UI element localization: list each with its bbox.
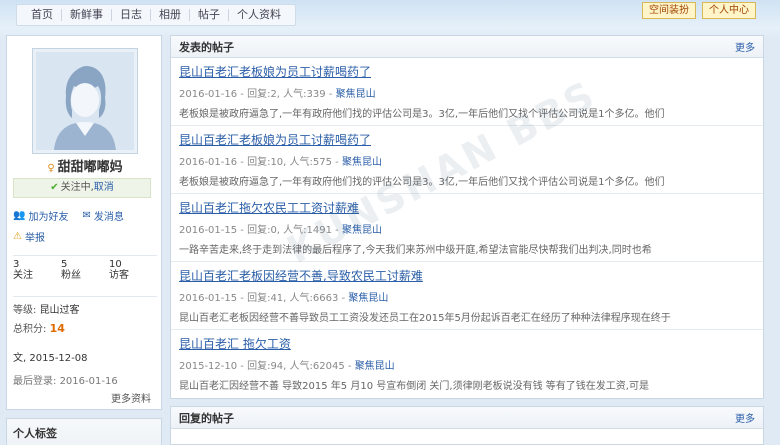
post-excerpt: 昆山百老汇老板因经营不善导致员工工资没发还员工在2015年5月份起诉百老汇在经历… (179, 313, 671, 324)
nav-profile[interactable]: 个人资料 (229, 9, 289, 21)
post-excerpt: 老板娘是被政府逼急了,一年有政府他们找的评估公司是3。3亿,一年后他们又找个评估… (179, 177, 665, 188)
follow-status: ✔ 关注中,取消 (13, 178, 151, 198)
post-title-link[interactable]: 昆山百老汇 拖欠工资 (179, 335, 291, 352)
forum-link[interactable]: 聚焦昆山 (355, 361, 395, 372)
profile-sidebar: ♀ 甜甜嘟嘟妈 ✔ 关注中,取消 👥 加为好友 ✉ 发消息 ⚠ 举报 3 关注 5 粉丝 10… (6, 35, 162, 410)
top-nav: 首页 新鲜事 日志 相册 帖子 个人资料 (16, 4, 296, 26)
post-meta: 2016-01-16 - 回复:10, 人气:575 - 聚焦昆山 (179, 153, 755, 168)
avatar[interactable] (36, 52, 134, 150)
username-text: 甜甜嘟嘟妈 (57, 160, 123, 175)
posts-more-link[interactable]: 更多 (735, 39, 755, 54)
stat-visitors[interactable]: 10 访客 (109, 259, 157, 281)
nav-posts[interactable]: 帖子 (190, 9, 229, 21)
list-item: 昆山百老汇老板娘为员工讨薪喝药了 2016-01-16 - 回复:10, 人气:… (171, 126, 763, 194)
add-friend-label: 加为好友 (28, 212, 69, 223)
post-excerpt: 昆山百老汇因经营不善 导致2015 年5 月10 号宣布倒闭 关门,须律刚老板说… (179, 381, 649, 392)
forum-link[interactable]: 聚焦昆山 (348, 293, 388, 304)
posts-panel-header: 发表的帖子 更多 (171, 36, 763, 58)
join-line: 文, 2015-12-08 (13, 349, 157, 364)
forum-link[interactable]: 聚焦昆山 (336, 89, 376, 100)
post-meta: 2016-01-15 - 回复:0, 人气:1491 - 聚焦昆山 (179, 221, 755, 236)
last-login-line: 最后登录: 2016-01-16 (13, 372, 157, 387)
stat-following[interactable]: 3 关注 (13, 259, 61, 281)
post-excerpt: 一路辛苦走来,终于走到法律的最后程序了,今天我们来苏州中级开庭,希望法官能尽快帮… (179, 245, 652, 256)
replies-panel-header: 回复的帖子 更多 (171, 407, 763, 429)
post-meta: 2015-12-10 - 回复:94, 人气:62045 - 聚焦昆山 (179, 357, 755, 372)
report-label: 举报 (24, 233, 45, 244)
post-meta-text: 2016-01-15 - 回复:0, 人气:1491 - (179, 225, 342, 236)
more-info-link[interactable]: 更多资料 (111, 390, 151, 405)
post-title-link[interactable]: 昆山百老汇老板娘为员工讨薪喝药了 (179, 131, 371, 148)
personal-tags-box: 个人标签 (6, 418, 162, 445)
personal-tags-title: 个人标签 (7, 419, 161, 445)
top-links: 空间装扮 个人中心 (642, 2, 756, 19)
forum-link[interactable]: 聚焦昆山 (342, 225, 382, 236)
post-title-link[interactable]: 昆山百老汇老板因经营不善,导致农民工讨薪难 (179, 267, 423, 284)
add-friend-icon: 👥 (13, 210, 26, 221)
profile-stats: 3 关注 5 粉丝 10 访客 (13, 255, 157, 281)
profile-actions: 👥 加为好友 ✉ 发消息 ⚠ 举报 (13, 208, 161, 250)
follow-text: 关注中, (60, 182, 94, 193)
nav-news[interactable]: 新鲜事 (62, 9, 112, 21)
post-meta: 2016-01-16 - 回复:2, 人气:339 - 聚焦昆山 (179, 85, 755, 100)
report-button[interactable]: ⚠ 举报 (13, 229, 45, 244)
user-level-icon: ♀ (47, 163, 55, 174)
last-login-label: 最后登录: (13, 376, 57, 387)
stat-label: 访客 (109, 270, 129, 281)
user-center-button[interactable]: 个人中心 (702, 2, 756, 19)
stat-fans[interactable]: 5 粉丝 (61, 259, 109, 281)
join-label: 文, (13, 353, 27, 364)
username: ♀ 甜甜嘟嘟妈 (7, 156, 163, 175)
default-avatar-icon (36, 52, 134, 150)
points-value: 14 (49, 322, 65, 335)
list-item: 昆山百老汇老板因经营不善,导致农民工讨薪难 2016-01-15 - 回复:41… (171, 262, 763, 330)
stat-value: 3 (13, 259, 20, 270)
posts-panel: 发表的帖子 更多 昆山百老汇老板娘为员工讨薪喝药了 2016-01-16 - 回… (170, 35, 764, 399)
check-icon: ✔ (50, 182, 59, 193)
profile-info: 等级: 昆山过客 总积分: 14 文, 2015-12-08 最后登录: 201… (13, 296, 157, 391)
forum-link[interactable]: 聚焦昆山 (342, 157, 382, 168)
points-line: 总积分: 14 (13, 320, 157, 335)
nav-home[interactable]: 首页 (23, 9, 62, 21)
send-message-button[interactable]: ✉ 发消息 (82, 208, 123, 223)
list-item: 昆山百老汇 拖欠工资 2015-12-10 - 回复:94, 人气:62045 … (171, 330, 763, 398)
avatar-frame (32, 48, 138, 154)
replies-more-link[interactable]: 更多 (735, 410, 755, 425)
message-icon: ✉ (82, 210, 91, 221)
replies-panel-title: 回复的帖子 (179, 411, 234, 425)
nav-blog[interactable]: 日志 (112, 9, 151, 21)
space-decorate-button[interactable]: 空间装扮 (642, 2, 696, 19)
post-meta-text: 2016-01-16 - 回复:10, 人气:575 - (179, 157, 342, 168)
post-meta: 2016-01-15 - 回复:41, 人气:6663 - 聚焦昆山 (179, 289, 755, 304)
replies-panel: 回复的帖子 更多 (170, 406, 764, 445)
post-excerpt: 老板娘是被政府逼急了,一年有政府他们找的评估公司是3。3亿,一年后他们又找个评估… (179, 109, 665, 120)
join-value: 2015-12-08 (29, 353, 88, 364)
post-meta-text: 2015-12-10 - 回复:94, 人气:62045 - (179, 361, 355, 372)
post-title-link[interactable]: 昆山百老汇老板娘为员工讨薪喝药了 (179, 63, 371, 80)
post-title-link[interactable]: 昆山百老汇拖欠农民工工资讨薪难 (179, 199, 359, 216)
stat-label: 粉丝 (61, 270, 81, 281)
level-value: 昆山过客 (39, 305, 80, 316)
posts-panel-title: 发表的帖子 (179, 40, 234, 54)
add-friend-button[interactable]: 👥 加为好友 (13, 208, 68, 223)
list-item: 昆山百老汇拖欠农民工工资讨薪难 2016-01-15 - 回复:0, 人气:14… (171, 194, 763, 262)
points-label: 总积分: (13, 324, 47, 335)
unfollow-link[interactable]: 取消 (94, 182, 114, 193)
last-login-value: 2016-01-16 (59, 376, 118, 387)
stat-value: 10 (109, 259, 122, 270)
stat-label: 关注 (13, 270, 33, 281)
warning-icon: ⚠ (13, 231, 22, 242)
nav-album[interactable]: 相册 (151, 9, 190, 21)
post-meta-text: 2016-01-15 - 回复:41, 人气:6663 - (179, 293, 349, 304)
post-meta-text: 2016-01-16 - 回复:2, 人气:339 - (179, 89, 336, 100)
level-line: 等级: 昆山过客 (13, 301, 157, 316)
level-label: 等级: (13, 305, 37, 316)
send-message-label: 发消息 (93, 212, 124, 223)
stat-value: 5 (61, 259, 68, 270)
list-item: 昆山百老汇老板娘为员工讨薪喝药了 2016-01-16 - 回复:2, 人气:3… (171, 58, 763, 126)
